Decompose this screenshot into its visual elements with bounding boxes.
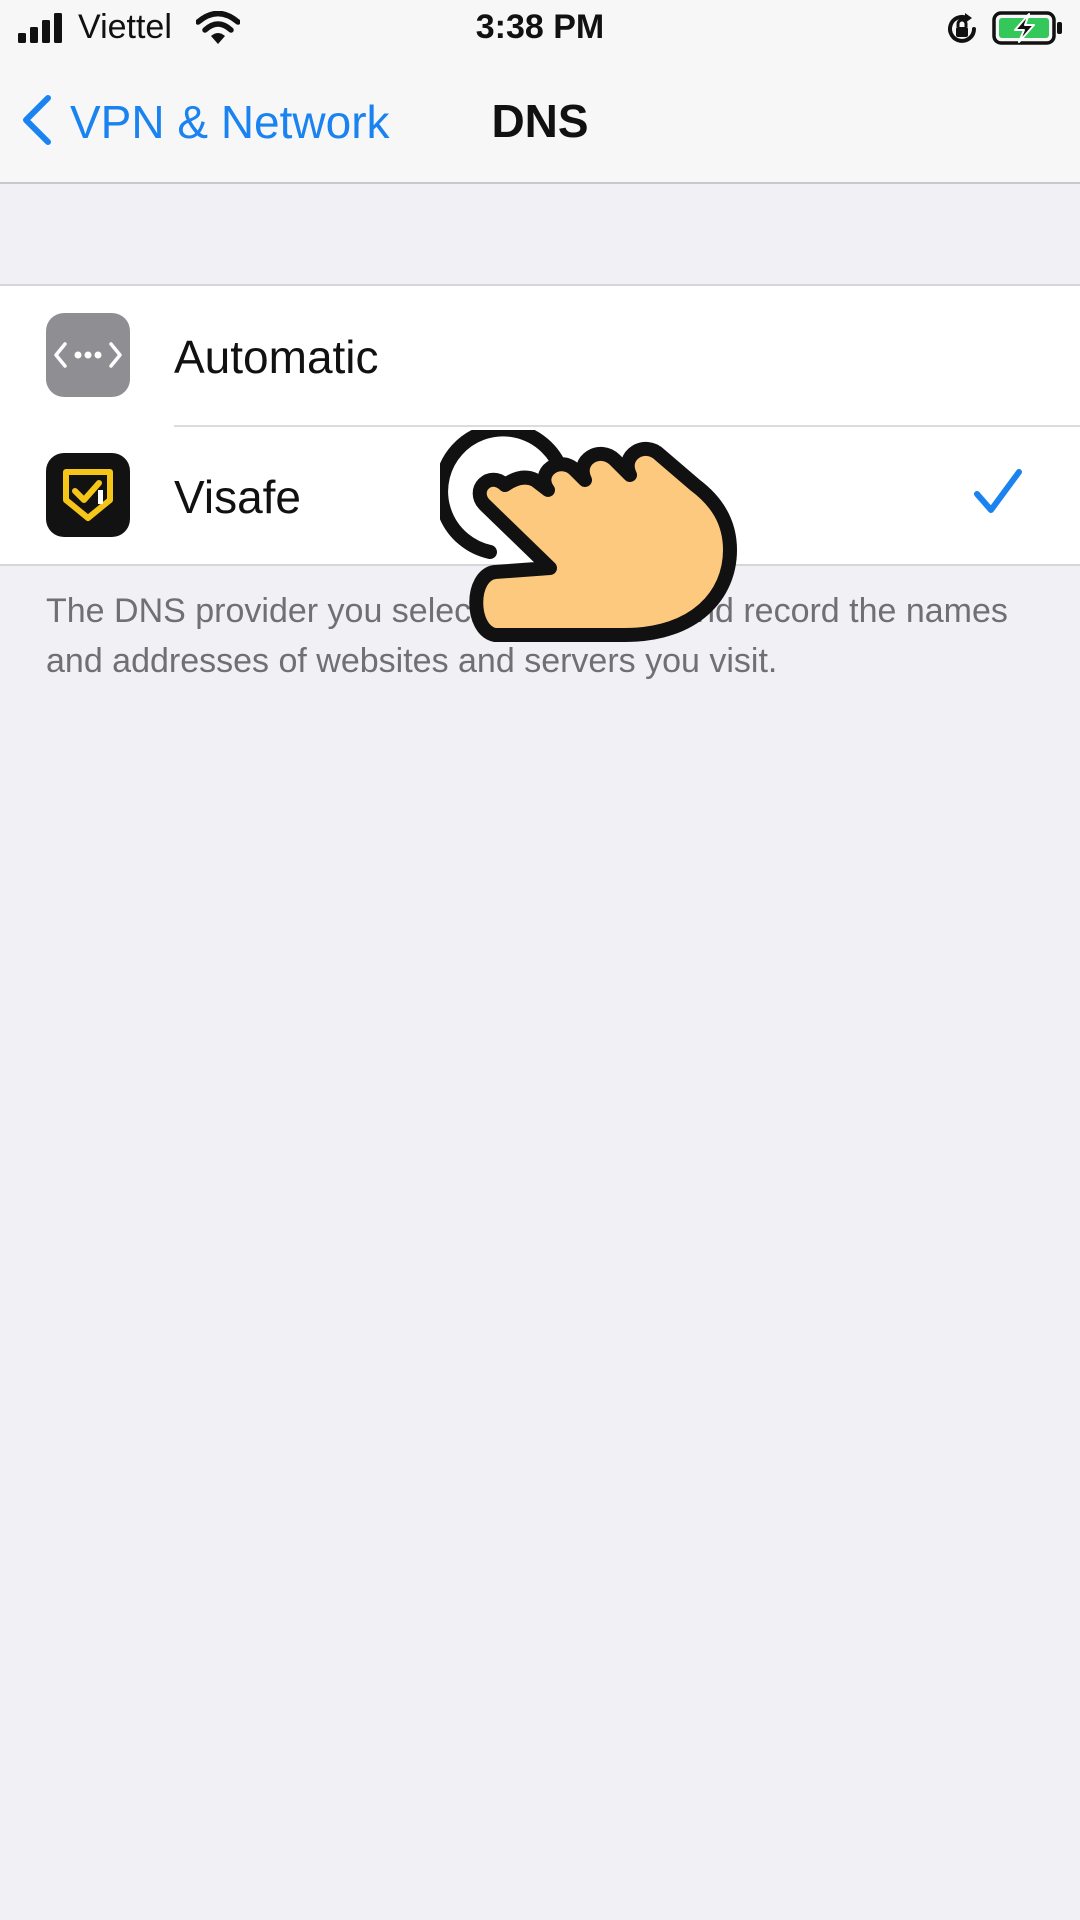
dns-option-label: Automatic xyxy=(174,331,379,383)
network-dots-icon xyxy=(46,313,130,397)
dns-option-visafe[interactable]: Visafe xyxy=(0,426,1080,565)
status-bar: Viettel 3:38 PM xyxy=(0,0,1080,58)
checkmark-icon xyxy=(972,466,1024,523)
battery-charging-icon xyxy=(992,11,1064,50)
dns-options-list: Automatic Visafe xyxy=(0,284,1080,566)
clock-time: 3:38 PM xyxy=(475,8,605,46)
navigation-bar: VPN & Network DNS xyxy=(0,58,1080,184)
rotation-lock-icon xyxy=(945,12,979,51)
visafe-shield-icon xyxy=(46,453,130,537)
dns-option-label: Visafe xyxy=(174,471,302,523)
dns-option-automatic[interactable]: Automatic xyxy=(0,286,1080,427)
back-button[interactable]: VPN & Network xyxy=(20,90,390,154)
chevron-left-icon xyxy=(20,94,54,151)
back-button-label: VPN & Network xyxy=(70,96,390,148)
page-title: DNS xyxy=(491,95,589,147)
dns-footer-note: The DNS provider you select can monitor … xyxy=(46,592,1008,680)
